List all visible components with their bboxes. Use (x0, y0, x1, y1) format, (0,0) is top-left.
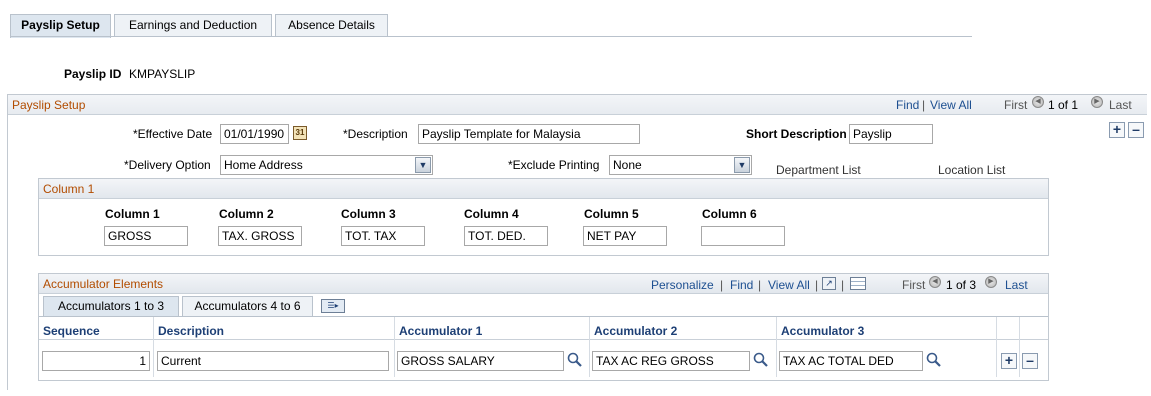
row-count: 1 of 1 (1048, 98, 1079, 112)
calendar-icon[interactable]: 31 (293, 126, 307, 140)
delivery-option-label: *Delivery Option (124, 158, 211, 172)
separator: | (758, 278, 762, 292)
accumulator-2-input[interactable]: TAX AC REG GROSS (592, 351, 750, 371)
column-6-label: Column 6 (702, 207, 757, 221)
column-5-label: Column 5 (584, 207, 639, 221)
tab-accumulators-1-to-3[interactable]: Accumulators 1 to 3 (43, 296, 179, 316)
separator: | (922, 98, 926, 112)
delivery-option-select[interactable]: Home Address ▼ (220, 155, 433, 175)
column-divider (996, 317, 997, 377)
find-link[interactable]: Find (896, 98, 919, 112)
zoom-icon[interactable]: ↗ (822, 277, 836, 290)
accumulator-1-input[interactable]: GROSS SALARY (397, 351, 564, 371)
column-1-input[interactable]: GROSS (104, 226, 188, 246)
delete-row-button[interactable]: – (1128, 122, 1144, 138)
column-divider (589, 317, 590, 377)
last-link[interactable]: Last (1005, 278, 1028, 292)
description-input[interactable]: Current (157, 351, 389, 371)
separator: | (815, 278, 819, 292)
accumulator-3-header: Accumulator 3 (781, 324, 865, 338)
tab-label: Absence Details (288, 18, 375, 32)
column-1-label: Column 1 (105, 207, 160, 221)
short-description-input[interactable]: Payslip (849, 124, 933, 144)
payslip-id-label: Payslip ID (64, 67, 122, 81)
column-2-label: Column 2 (219, 207, 274, 221)
last-label: Last (1109, 98, 1132, 112)
separator: | (720, 278, 724, 292)
column-4-label: Column 4 (464, 207, 519, 221)
view-all-link[interactable]: View All (768, 278, 810, 292)
view-all-link[interactable]: View All (930, 98, 972, 112)
show-all-columns-icon[interactable]: ☰▸ (321, 299, 345, 313)
exclude-printing-label: *Exclude Printing (508, 158, 600, 172)
download-grid-icon[interactable] (850, 277, 866, 290)
column-5-input[interactable]: NET PAY (583, 226, 667, 246)
column-3-label: Column 3 (341, 207, 396, 221)
tab-label: Accumulators 1 to 3 (57, 299, 165, 313)
column-section-title: Column 1 (43, 182, 95, 196)
next-icon[interactable]: ▶ (1091, 96, 1103, 108)
column-section-header (39, 179, 1048, 199)
exclude-printing-value: None (613, 158, 642, 172)
tab-absence-details[interactable]: Absence Details (275, 14, 388, 37)
short-description-label: Short Description (746, 127, 847, 141)
effective-date-label: *Effective Date (133, 127, 213, 141)
column-4-input[interactable]: TOT. DED. (464, 226, 548, 246)
previous-icon[interactable]: ◀ (929, 276, 941, 288)
delivery-option-value: Home Address (224, 158, 303, 172)
column-divider (1019, 317, 1020, 377)
lookup-icon[interactable] (926, 352, 942, 368)
tab-label: Payslip Setup (21, 18, 100, 32)
accumulator-2-header: Accumulator 2 (594, 324, 678, 338)
department-list-label: Department List (776, 163, 861, 177)
description-label: *Description (343, 127, 408, 141)
column-divider (776, 317, 777, 377)
lookup-icon[interactable] (753, 352, 769, 368)
effective-date-input[interactable]: 01/01/1990 (220, 124, 289, 144)
previous-icon[interactable]: ◀ (1032, 96, 1044, 108)
chevron-down-icon: ▼ (734, 157, 750, 173)
column-divider (153, 317, 154, 377)
first-label: First (902, 278, 926, 292)
delete-row-button[interactable]: – (1022, 353, 1038, 369)
description-header: Description (158, 324, 225, 338)
separator: | (841, 278, 845, 292)
tab-accumulators-4-to-6[interactable]: Accumulators 4 to 6 (182, 296, 313, 316)
row-count: 1 of 3 (946, 278, 977, 292)
payslip-setup-title: Payslip Setup (12, 98, 86, 112)
sequence-header: Sequence (43, 324, 100, 338)
tab-payslip-setup[interactable]: Payslip Setup (10, 14, 111, 38)
tab-earnings-and-deduction[interactable]: Earnings and Deduction (114, 14, 272, 37)
payslip-setup-header (8, 95, 1147, 115)
sequence-input[interactable]: 1 (42, 351, 150, 371)
location-list-label: Location List (938, 163, 1006, 177)
accumulator-section-title: Accumulator Elements (43, 277, 164, 291)
column-2-input[interactable]: TAX. GROSS (218, 226, 302, 246)
tab-divider (10, 36, 972, 37)
personalize-link[interactable]: Personalize (651, 278, 714, 292)
next-icon[interactable]: ▶ (985, 276, 997, 288)
accumulator-3-input[interactable]: TAX AC TOTAL DED (779, 351, 923, 371)
add-row-button[interactable]: + (1109, 122, 1125, 138)
accumulator-1-header: Accumulator 1 (399, 324, 483, 338)
add-row-button[interactable]: + (1001, 353, 1017, 369)
column-6-input[interactable] (701, 226, 785, 246)
lookup-icon[interactable] (567, 352, 583, 368)
column-3-input[interactable]: TOT. TAX (341, 226, 425, 246)
tab-label: Earnings and Deduction (128, 18, 258, 32)
column-divider (394, 317, 395, 377)
accumulator-section-header (39, 274, 1048, 294)
tab-label: Accumulators 4 to 6 (194, 299, 301, 313)
first-label: First (1004, 98, 1028, 112)
description-input[interactable]: Payslip Template for Malaysia (418, 124, 640, 144)
chevron-down-icon: ▼ (415, 157, 431, 173)
find-link[interactable]: Find (730, 278, 753, 292)
payslip-id-value: KMPAYSLIP (129, 67, 196, 81)
exclude-printing-select[interactable]: None ▼ (609, 155, 752, 175)
